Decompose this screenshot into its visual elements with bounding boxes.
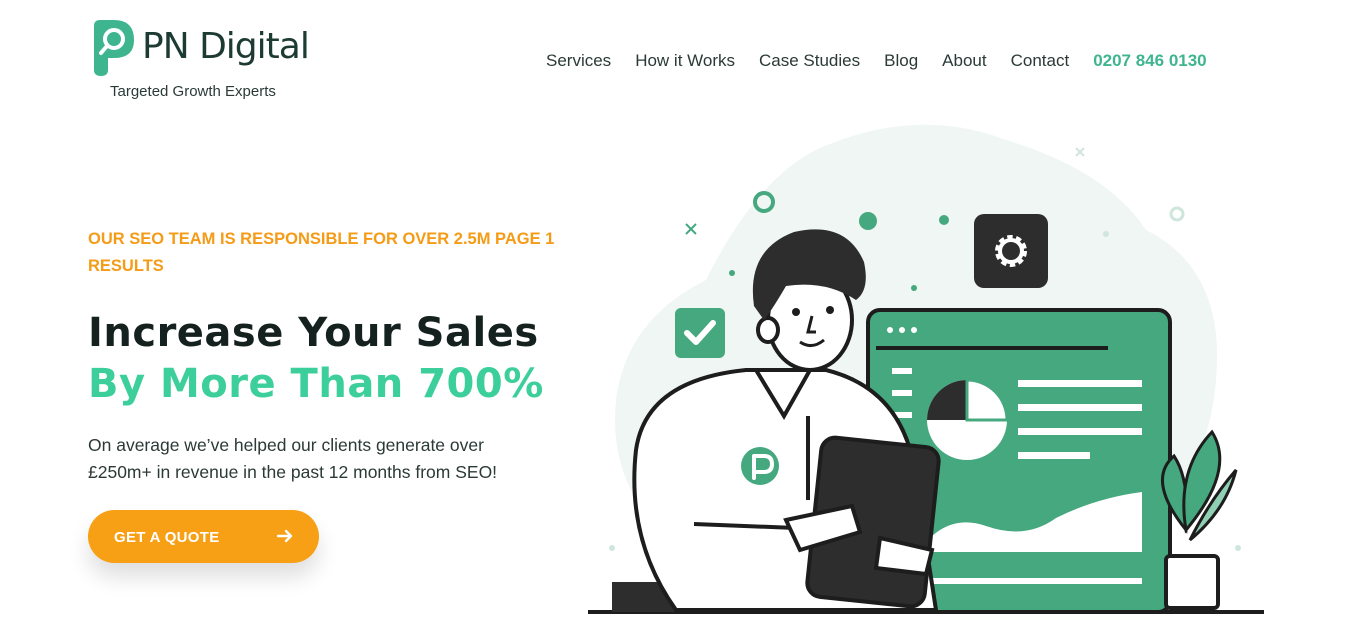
- headline-line-2: By More Than 700%: [88, 361, 544, 407]
- main-nav: Services How it Works Case Studies Blog …: [546, 51, 1207, 71]
- nav-services[interactable]: Services: [546, 51, 611, 71]
- hero-description: On average we’ve helped our clients gene…: [88, 435, 498, 482]
- nav-contact[interactable]: Contact: [1011, 51, 1070, 71]
- hero-headline: Increase Your Sales By More Than 700%: [88, 308, 544, 410]
- nav-case-studies[interactable]: Case Studies: [759, 51, 860, 71]
- phone-link[interactable]: 0207 846 0130: [1093, 51, 1206, 71]
- get-a-quote-button[interactable]: GET A QUOTE: [88, 510, 319, 563]
- gear-icon: [974, 214, 1048, 288]
- nav-blog[interactable]: Blog: [884, 51, 918, 71]
- brand-tagline: Targeted Growth Experts: [110, 83, 276, 100]
- logo[interactable]: PN Digital Targeted Growth Experts: [88, 20, 328, 100]
- hero-illustration: [588, 124, 1264, 614]
- check-icon: [675, 308, 725, 358]
- arrow-right-icon: [276, 529, 293, 543]
- plant-icon: [1160, 429, 1238, 610]
- cta-label: GET A QUOTE: [114, 529, 220, 546]
- brand-name: PN Digital: [142, 26, 310, 67]
- logo-p-icon: [94, 20, 134, 76]
- nav-about[interactable]: About: [942, 51, 986, 71]
- headline-line-1: Increase Your Sales: [88, 310, 539, 356]
- nav-how-it-works[interactable]: How it Works: [635, 51, 735, 71]
- hero-eyebrow: OUR SEO TEAM IS RESPONSIBLE FOR OVER 2.5…: [88, 230, 555, 275]
